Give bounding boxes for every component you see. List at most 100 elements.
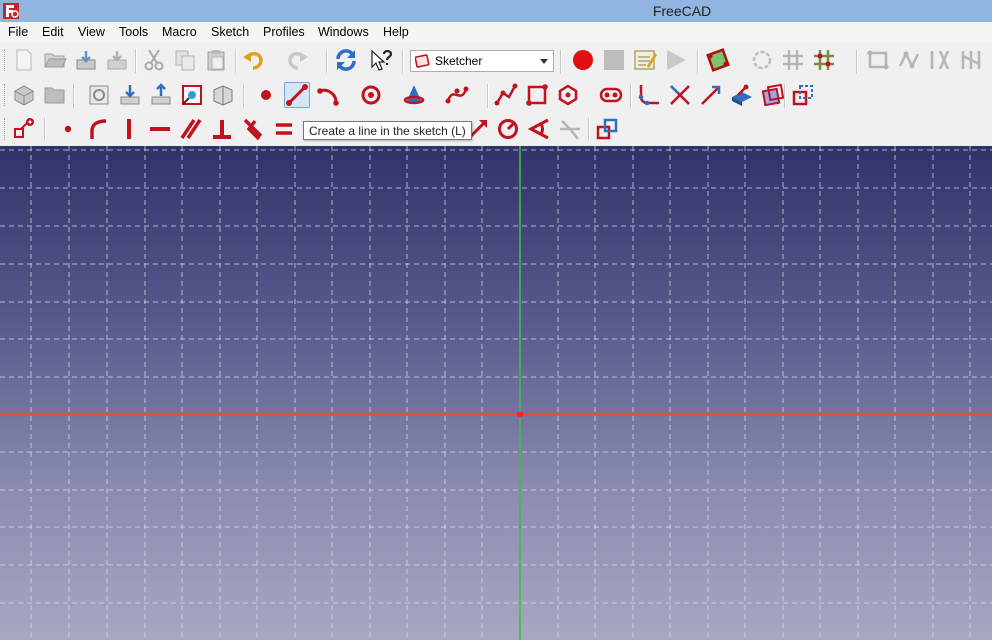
whats-this-button[interactable] bbox=[368, 47, 394, 73]
new-file-button[interactable] bbox=[11, 47, 37, 73]
map-sketch-icon bbox=[213, 85, 233, 106]
arc-icon bbox=[317, 88, 339, 106]
menu-windows[interactable]: Windows bbox=[318, 25, 369, 39]
toolbar-grip[interactable] bbox=[4, 118, 7, 140]
external-geometry-button[interactable] bbox=[729, 82, 755, 108]
menu-edit[interactable]: Edit bbox=[42, 25, 64, 39]
sketch-copy-icon bbox=[898, 51, 920, 69]
slot-tool-button[interactable] bbox=[598, 82, 624, 108]
constraint-snap-button[interactable] bbox=[811, 47, 837, 73]
polygon-tool-button[interactable] bbox=[555, 82, 581, 108]
menu-help[interactable]: Help bbox=[383, 25, 409, 39]
run-macro-icon bbox=[667, 50, 686, 70]
undo-button[interactable] bbox=[241, 47, 267, 73]
run-macro-button[interactable] bbox=[663, 47, 689, 73]
menu-macro[interactable]: Macro bbox=[162, 25, 197, 39]
toolbar-separator bbox=[402, 49, 404, 73]
refresh-button[interactable] bbox=[333, 47, 359, 73]
horizontal-constraint-button[interactable] bbox=[147, 116, 173, 142]
external-geometry-icon bbox=[732, 84, 752, 106]
chevron-down-icon bbox=[540, 59, 548, 64]
constraint-select-button[interactable] bbox=[11, 116, 37, 142]
construction-mode-button[interactable] bbox=[790, 82, 816, 108]
toolbar-separator bbox=[487, 84, 489, 108]
paste-button[interactable] bbox=[203, 47, 229, 73]
save-file-button[interactable] bbox=[73, 47, 99, 73]
circle-tool-button[interactable] bbox=[358, 82, 384, 108]
copy-button[interactable] bbox=[172, 47, 198, 73]
snell-law-button[interactable] bbox=[557, 116, 583, 142]
circle-icon bbox=[361, 85, 381, 105]
line-tool-button[interactable] bbox=[284, 82, 310, 108]
vertical-constraint-button[interactable] bbox=[116, 116, 142, 142]
sketch-array-button[interactable] bbox=[927, 47, 953, 73]
extend-tool-button[interactable] bbox=[698, 82, 724, 108]
part-box-button[interactable] bbox=[11, 82, 37, 108]
save-as-button[interactable] bbox=[104, 47, 130, 73]
tangent-constraint-button[interactable] bbox=[240, 116, 266, 142]
toolbar-separator bbox=[630, 84, 632, 108]
sketch-mirror-icon bbox=[867, 50, 889, 70]
radius-constraint-button[interactable] bbox=[495, 116, 521, 142]
map-sketch-button[interactable] bbox=[210, 82, 236, 108]
grid-lines bbox=[0, 146, 992, 640]
conic-tool-button[interactable] bbox=[401, 82, 427, 108]
toolbar-separator bbox=[588, 118, 590, 140]
macro-editor-icon bbox=[634, 50, 657, 70]
sketch-symmetry-button[interactable] bbox=[958, 47, 984, 73]
open-file-icon bbox=[44, 53, 67, 68]
arc-tool-button[interactable] bbox=[315, 82, 341, 108]
workbench-selector[interactable]: Sketcher bbox=[410, 50, 554, 72]
view-sketch-button[interactable] bbox=[179, 82, 205, 108]
line-icon bbox=[286, 84, 308, 106]
3d-viewport[interactable] bbox=[0, 146, 992, 640]
menu-file[interactable]: File bbox=[8, 25, 28, 39]
validate-sketch-icon bbox=[706, 48, 730, 72]
sketch-mirror-button[interactable] bbox=[865, 47, 891, 73]
open-folder-button[interactable] bbox=[42, 82, 68, 108]
sketch-copy-button[interactable] bbox=[896, 47, 922, 73]
angle-constraint-button[interactable] bbox=[526, 116, 552, 142]
coincident-constraint-button[interactable] bbox=[55, 116, 81, 142]
redo-button[interactable] bbox=[284, 47, 310, 73]
point-icon bbox=[261, 90, 271, 100]
bspline-tool-button[interactable] bbox=[444, 82, 470, 108]
toolbar-separator bbox=[243, 84, 245, 108]
toolbar-grip[interactable] bbox=[4, 49, 7, 71]
toggle-driving-button[interactable] bbox=[594, 116, 620, 142]
menu-tools[interactable]: Tools bbox=[119, 25, 148, 39]
menu-view[interactable]: View bbox=[78, 25, 105, 39]
parallel-constraint-button[interactable] bbox=[178, 116, 204, 142]
origin-point[interactable] bbox=[517, 411, 523, 418]
new-sketch-button[interactable] bbox=[86, 82, 112, 108]
record-macro-button[interactable] bbox=[570, 47, 596, 73]
grid-snap-button[interactable] bbox=[780, 47, 806, 73]
point-tool-button[interactable] bbox=[253, 82, 279, 108]
menu-sketch[interactable]: Sketch bbox=[211, 25, 249, 39]
stop-macro-button[interactable] bbox=[601, 47, 627, 73]
toolbar-grip[interactable] bbox=[4, 84, 7, 106]
radius-constraint-icon bbox=[498, 119, 518, 139]
point-on-object-button[interactable] bbox=[85, 116, 111, 142]
perpendicular-constraint-button[interactable] bbox=[209, 116, 235, 142]
perpendicular-constraint-icon bbox=[213, 120, 231, 139]
edit-sketch-button[interactable] bbox=[117, 82, 143, 108]
show-sketch-points-button[interactable] bbox=[749, 47, 775, 73]
carbon-copy-button[interactable] bbox=[760, 82, 786, 108]
equal-constraint-button[interactable] bbox=[271, 116, 297, 142]
leave-sketch-button[interactable] bbox=[148, 82, 174, 108]
polyline-tool-button[interactable] bbox=[493, 82, 519, 108]
cut-button[interactable] bbox=[141, 47, 167, 73]
fillet-tool-button[interactable] bbox=[636, 82, 662, 108]
toolbar-separator bbox=[44, 118, 46, 140]
validate-sketch-button[interactable] bbox=[705, 47, 731, 73]
menu-profiles[interactable]: Profiles bbox=[263, 25, 305, 39]
trim-tool-button[interactable] bbox=[667, 82, 693, 108]
sketch-grid bbox=[0, 146, 992, 640]
rectangle-tool-button[interactable] bbox=[524, 82, 550, 108]
toolbar-separator bbox=[784, 84, 786, 108]
point-on-object-icon bbox=[90, 119, 107, 139]
toolbar-separator bbox=[135, 49, 137, 73]
macro-editor-button[interactable] bbox=[632, 47, 658, 73]
open-file-button[interactable] bbox=[42, 47, 68, 73]
